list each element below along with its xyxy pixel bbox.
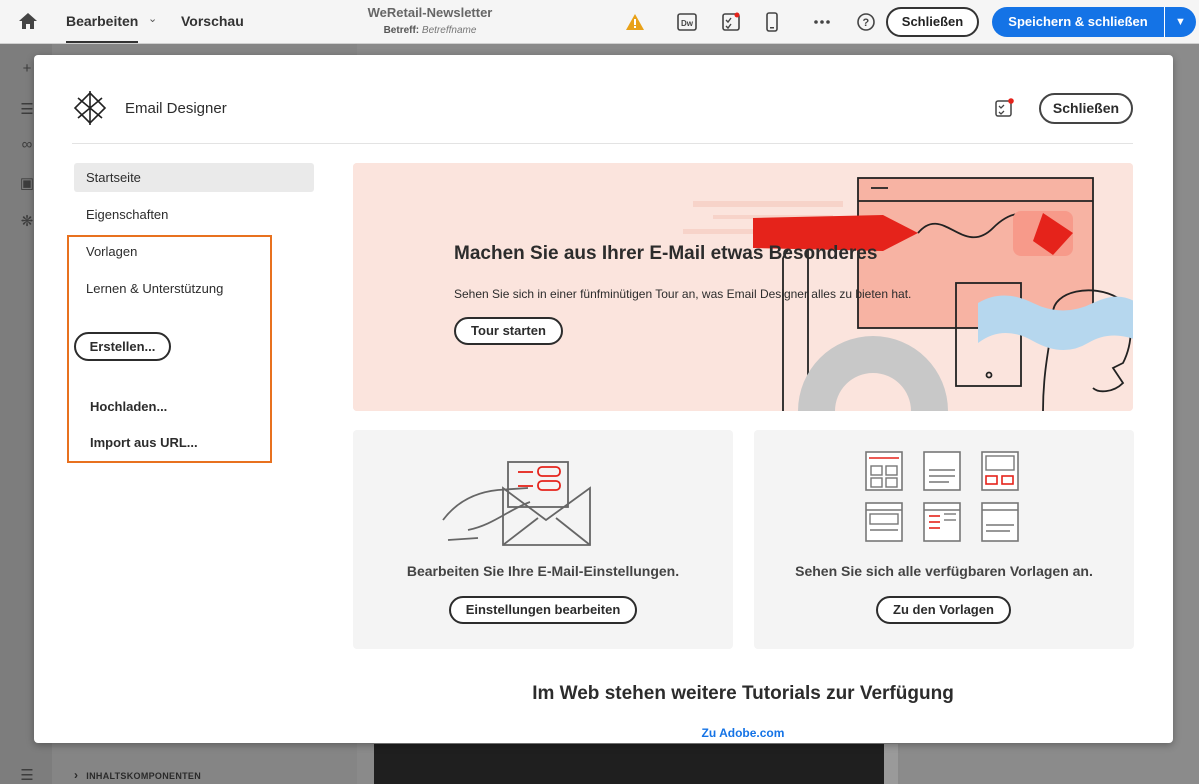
templates-card-text: Sehen Sie sich alle verfügbaren Vorlagen… (795, 563, 1093, 579)
more-options-icon[interactable] (812, 12, 832, 32)
save-and-close-button[interactable]: Speichern & schließen (992, 7, 1164, 37)
email-canvas (374, 744, 884, 784)
templates-card: Sehen Sie sich alle verfügbaren Vorlagen… (754, 430, 1134, 649)
settings-card: Bearbeiten Sie Ihre E-Mail-Einstellungen… (353, 430, 733, 649)
content-components-header[interactable]: › INHALTSKOMPONENTEN (74, 768, 201, 782)
settings-card-text: Bearbeiten Sie Ihre E-Mail-Einstellungen… (406, 563, 680, 579)
edit-settings-button[interactable]: Einstellungen bearbeiten (449, 596, 637, 624)
chevron-down-icon: ▼ (1175, 16, 1186, 28)
email-designer-dialog: Email Designer Schließen Startseite Eige… (34, 55, 1173, 743)
notifications-icon[interactable] (994, 98, 1014, 118)
subject-placeholder: Betreffname (421, 25, 477, 36)
web-tutorials-title: Im Web stehen weitere Tutorials zur Verf… (532, 683, 954, 704)
subject-line[interactable]: Betreff: Betreffname (330, 25, 530, 36)
go-to-templates-button[interactable]: Zu den Vorlagen (876, 596, 1011, 624)
content-components-label: INHALTSKOMPONENTEN (86, 771, 202, 781)
nav-properties[interactable]: Eigenschaften (74, 200, 314, 229)
save-options-dropdown[interactable]: ▼ (1164, 7, 1196, 37)
start-tour-button[interactable]: Tour starten (454, 317, 563, 345)
nav-templates[interactable]: Vorlagen (74, 237, 314, 266)
upload-link[interactable]: Hochladen... (90, 399, 167, 414)
nav-home[interactable]: Startseite (74, 163, 314, 192)
help-icon[interactable]: ? (856, 12, 876, 32)
tab-preview[interactable]: Vorschau (181, 13, 244, 29)
chevron-right-icon: › (74, 768, 79, 782)
dreamweaver-icon[interactable]: Dw (677, 12, 697, 32)
import-url-link[interactable]: Import aus URL... (90, 435, 198, 450)
home-icon[interactable] (18, 12, 38, 30)
editor-toolbar: Bearbeiten ⌄ Vorschau WeRetail-Newslette… (0, 0, 1199, 44)
canvas-scrollbar[interactable] (884, 744, 898, 784)
hero-subtitle: Sehen Sie sich in einer fünfminütigen To… (454, 287, 912, 301)
svg-text:Dw: Dw (681, 19, 694, 28)
chevron-down-icon[interactable]: ⌄ (148, 12, 157, 25)
document-title: WeRetail-Newsletter (367, 5, 493, 20)
email-settings-illustration (442, 461, 591, 546)
templates-grid-illustration (865, 451, 1019, 542)
nav-learn-support[interactable]: Lernen & Unterstützung (74, 274, 314, 303)
hero-title: Machen Sie aus Ihrer E-Mail etwas Besond… (454, 243, 878, 264)
editor-close-button[interactable]: Schließen (886, 7, 979, 37)
email-designer-logo-icon (73, 91, 107, 125)
svg-text:?: ? (863, 17, 870, 29)
dialog-title: Email Designer (125, 100, 227, 117)
checklist-icon[interactable] (721, 12, 741, 32)
adobe-link[interactable]: Zu Adobe.com (353, 726, 1133, 740)
warning-icon[interactable] (625, 12, 645, 32)
header-divider (72, 143, 1133, 144)
create-button[interactable]: Erstellen... (74, 332, 171, 361)
components-icon[interactable]: ☰ (18, 766, 36, 784)
tab-edit[interactable]: Bearbeiten (66, 13, 139, 43)
dialog-close-button[interactable]: Schließen (1039, 93, 1133, 124)
subject-label: Betreff: (383, 25, 420, 36)
tour-banner: Machen Sie aus Ihrer E-Mail etwas Besond… (353, 163, 1133, 411)
mobile-preview-icon[interactable] (762, 12, 782, 32)
